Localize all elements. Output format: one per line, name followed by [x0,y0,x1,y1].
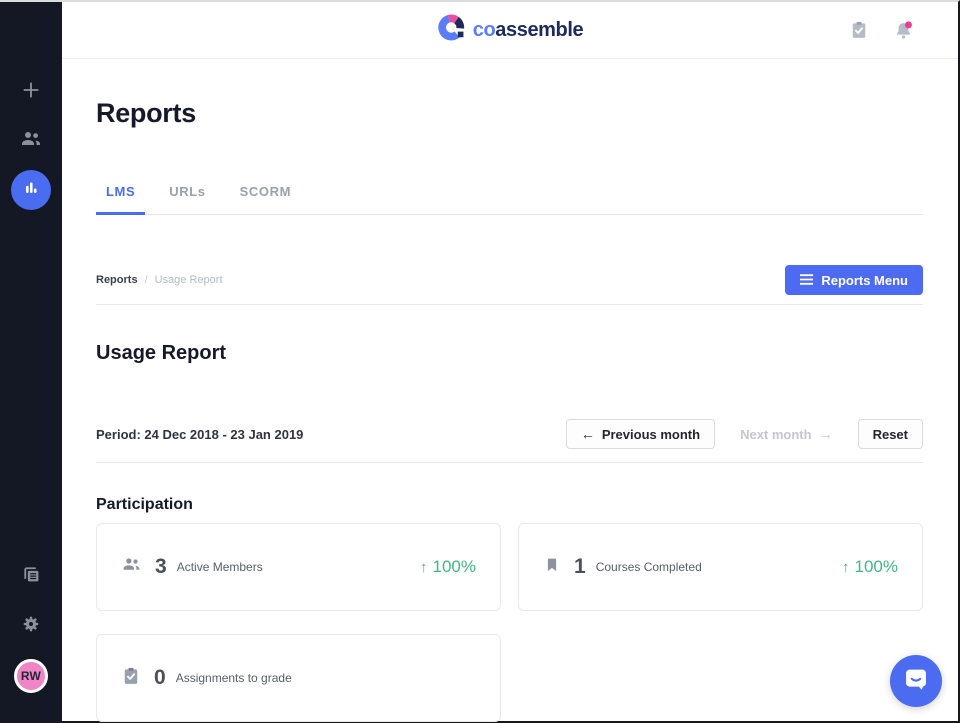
sidebar: RW [0,2,62,721]
stat-card-courses-completed: 1 Courses Completed ↑ 100% [518,523,923,611]
stat-label: Courses Completed [595,560,702,574]
hamburger-icon [800,273,814,288]
breadcrumb: Reports / Usage Report [96,274,223,286]
sidebar-item-reports[interactable] [11,170,51,210]
breadcrumb-reports[interactable]: Reports [96,274,138,286]
stat-value: 3 [155,555,167,578]
stat-card-assignments-to-grade: 0 Assignments to grade [96,634,501,722]
people-icon [19,127,43,156]
period-row: Period: 24 Dec 2018 - 23 Jan 2019 ← Prev… [96,419,923,463]
sidebar-item-settings[interactable] [11,606,51,646]
breadcrumb-row: Reports / Usage Report Reports Menu [96,265,923,305]
period-label: Period: 24 Dec 2018 - 23 Jan 2019 [96,426,304,442]
page-title: Reports [96,98,196,128]
tab-scorm[interactable]: SCORM [230,184,301,215]
main-content: Reports LMS URLs SCORM Reports / Usage R… [62,59,958,722]
arrow-left-icon: ← [580,426,595,442]
coassemble-logo-mark [437,13,466,47]
bell-icon[interactable] [893,20,914,41]
participation-cards: 3 Active Members ↑ 100% 1 Courses Comple… [96,523,923,722]
usage-report-title: Usage Report [96,342,227,364]
participation-title: Participation [96,496,193,513]
user-avatar[interactable]: RW [14,659,48,693]
bookmark-icon [543,555,561,580]
chat-bubble-icon [902,665,930,698]
sidebar-item-members[interactable] [11,121,51,161]
bar-chart-icon [20,177,42,204]
plus-icon [20,79,42,106]
next-month-button: Next month → [725,419,848,449]
breadcrumb-usage-report: Usage Report [154,274,223,286]
stacked-pages-icon [20,563,43,591]
people-icon [121,554,142,580]
reports-menu-button[interactable]: Reports Menu [785,265,923,295]
tab-urls[interactable]: URLs [159,184,215,215]
top-header: coassemble [62,2,958,59]
stat-label: Active Members [176,560,263,574]
arrow-up-icon: ↑ [842,558,850,576]
previous-month-button[interactable]: ← Previous month [565,419,716,449]
stat-change: ↑ 100% [842,557,898,576]
clipboard-check-icon[interactable] [849,20,869,40]
add-button[interactable] [11,72,51,112]
sidebar-item-library[interactable] [11,557,51,597]
stat-value: 0 [154,666,166,689]
logo-wordmark: coassemble [472,18,584,41]
reset-button[interactable]: Reset [857,419,923,449]
stat-value: 1 [574,555,586,578]
stat-change: ↑ 100% [420,557,476,576]
app-window: RW coassemble Reports LMS URLs SCORM Rep… [0,0,960,723]
clipboard-check-icon [121,666,141,691]
coassemble-logo[interactable]: coassemble [437,13,584,47]
arrow-right-icon: → [818,426,833,442]
breadcrumb-separator: / [144,274,148,286]
chat-launcher-button[interactable] [890,655,942,707]
stat-card-active-members: 3 Active Members ↑ 100% [96,523,501,611]
stat-label: Assignments to grade [175,671,292,685]
arrow-up-icon: ↑ [420,558,428,576]
gear-icon [20,613,42,640]
tab-lms[interactable]: LMS [96,184,146,215]
report-tabs: LMS URLs SCORM [96,184,923,215]
